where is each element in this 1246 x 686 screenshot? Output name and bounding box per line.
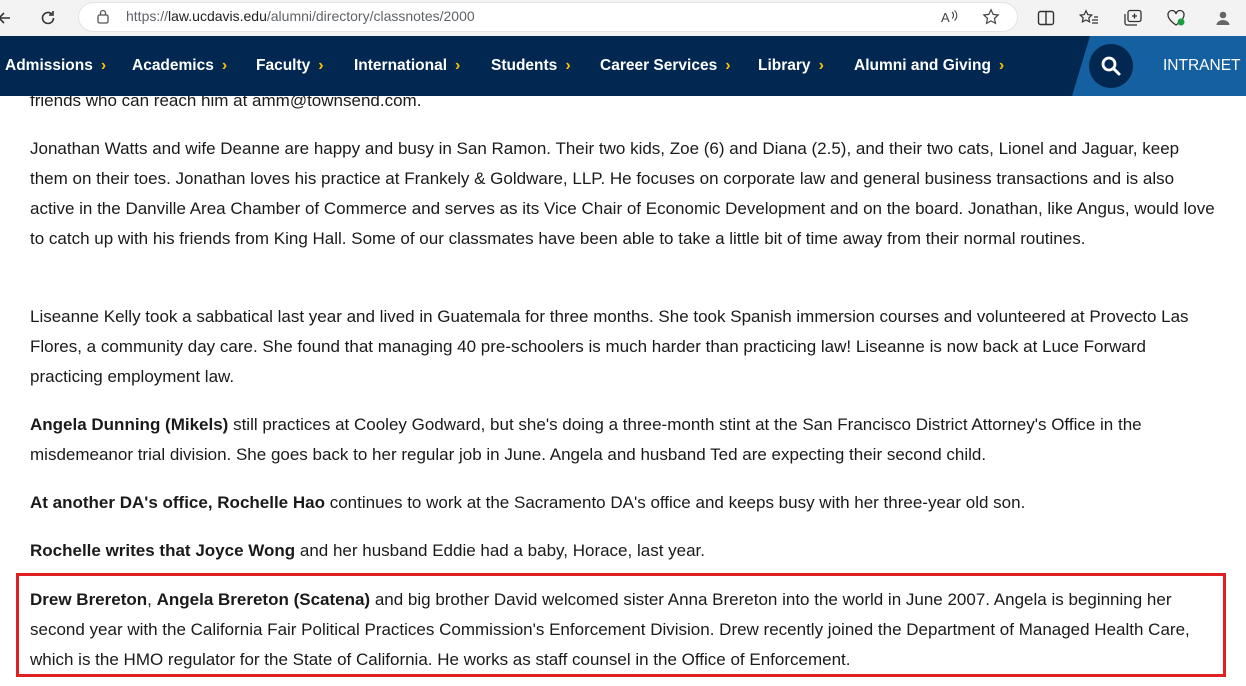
nav-item-library[interactable]: Library ›: [758, 36, 824, 96]
back-arrow-icon[interactable]: [0, 6, 14, 30]
class-note-paragraph: At another DA's office, Rochelle Hao con…: [30, 488, 1220, 518]
class-note-paragraph: Rochelle writes that Joyce Wong and her …: [30, 536, 1220, 566]
split-screen-icon[interactable]: [1035, 6, 1057, 30]
class-note-paragraph: Angela Dunning (Mikels) still practices …: [30, 410, 1220, 470]
address-bar[interactable]: https://law.ucdavis.edu/alumni/directory…: [78, 2, 1018, 32]
nav-label: International: [354, 57, 448, 74]
read-aloud-icon[interactable]: A: [940, 7, 960, 27]
svg-text:A: A: [941, 10, 950, 25]
nav-label: Library: [758, 57, 811, 74]
highlight-box: [16, 573, 1226, 677]
url-text: https://law.ucdavis.edu/alumni/directory…: [126, 8, 475, 24]
nav-item-students[interactable]: Students ›: [491, 36, 571, 96]
nav-item-alumni-and-giving[interactable]: Alumni and Giving ›: [854, 36, 1004, 96]
chevron-right-icon: ›: [318, 57, 324, 74]
class-note-paragraph: Liseanne Kelly took a sabbatical last ye…: [30, 307, 1189, 386]
nav-item-career-services[interactable]: Career Services ›: [600, 36, 731, 96]
nav-label: Faculty: [256, 57, 311, 74]
nav-label: Career Services: [600, 57, 718, 74]
url-prefix: https://: [126, 8, 169, 24]
favorites-icon[interactable]: [1078, 6, 1100, 30]
url-host: law.ucdavis.edu: [168, 8, 267, 24]
reload-icon[interactable]: [36, 6, 60, 30]
nav-label: Admissions: [5, 57, 93, 74]
chevron-right-icon: ›: [221, 57, 228, 74]
search-button[interactable]: [1089, 44, 1133, 88]
profile-avatar-icon[interactable]: [1212, 6, 1234, 30]
search-icon: [1101, 56, 1121, 76]
browser-essentials-icon[interactable]: [1165, 6, 1187, 30]
chevron-right-icon: ›: [455, 57, 461, 74]
nav-item-international[interactable]: International ›: [354, 36, 460, 96]
nav-label: Academics: [132, 57, 214, 74]
note-text: and her husband Eddie had a baby, Horace…: [295, 541, 705, 560]
collections-icon[interactable]: [1122, 6, 1144, 30]
nav-item-academics[interactable]: Academics ›: [132, 36, 227, 96]
favorite-star-icon[interactable]: [981, 7, 1001, 27]
note-name: Angela Dunning (Mikels): [30, 415, 229, 434]
note-name: At another DA's office, Rochelle Hao: [30, 493, 325, 512]
lock-icon[interactable]: [96, 8, 112, 26]
nav-label: Students: [491, 57, 558, 74]
chevron-right-icon: ›: [725, 57, 731, 74]
note-text: continues to work at the Sacramento DA's…: [324, 493, 1026, 512]
nav-label: Alumni and Giving: [854, 57, 991, 74]
main-navigation: Admissions › Academics › Faculty › Internat…: [0, 36, 1246, 96]
chevron-right-icon: ›: [565, 57, 571, 74]
note-name: Rochelle writes that Joyce Wong: [30, 541, 296, 560]
nav-item-faculty[interactable]: Faculty ›: [256, 36, 324, 96]
class-note-paragraph: Jonathan Watts and wife Deanne are happy…: [30, 139, 1215, 248]
chevron-right-icon: ›: [100, 57, 107, 74]
nav-item-admissions[interactable]: Admissions ›: [5, 36, 106, 96]
chevron-right-icon: ›: [818, 57, 824, 74]
browser-toolbar: https://law.ucdavis.edu/alumni/directory…: [0, 0, 1246, 36]
intranet-link[interactable]: INTRANET: [1163, 36, 1241, 96]
chevron-right-icon: ›: [998, 57, 1005, 74]
url-path: /alumni/directory/classnotes/2000: [266, 8, 475, 24]
